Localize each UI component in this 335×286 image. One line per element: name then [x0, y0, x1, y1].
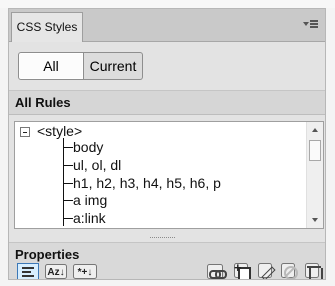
css-styles-tab[interactable]: CSS Styles — [11, 12, 83, 42]
tree-item-a-img[interactable]: a img — [73, 192, 107, 209]
rules-tree[interactable]: <style> body ul, ol, dl h1, h2, h3, h4, … — [14, 121, 324, 229]
scroll-thumb[interactable] — [309, 140, 321, 161]
scroll-up-icon[interactable] — [312, 128, 318, 132]
disable-css-property-icon[interactable] — [281, 263, 298, 279]
tree-branch-line — [63, 218, 73, 219]
tree-branch-line — [63, 200, 73, 201]
edit-style-icon[interactable] — [258, 263, 272, 278]
tree-item-a-link[interactable]: a:link — [73, 210, 106, 227]
new-css-rule-icon[interactable] — [234, 261, 251, 279]
attach-style-sheet-icon[interactable] — [207, 264, 227, 279]
tree-branch-line — [63, 165, 73, 166]
collapse-icon[interactable] — [20, 127, 30, 137]
set-properties-view-button[interactable]: *+↓ — [73, 264, 97, 279]
category-view-line — [22, 271, 31, 273]
current-mode-button[interactable]: Current — [84, 52, 143, 80]
properties-toolbar: Az↓ *+↓ — [9, 261, 325, 279]
rules-scrollbar[interactable] — [306, 122, 323, 228]
alphabetical-view-button[interactable]: Az↓ — [45, 264, 67, 279]
category-view-line — [22, 275, 34, 277]
category-view-icon[interactable] — [17, 263, 39, 279]
tree-connector-line — [63, 138, 64, 226]
tree-item-body[interactable]: body — [73, 139, 103, 156]
panel-header: CSS Styles — [9, 9, 325, 42]
top-window-strip — [0, 0, 335, 8]
panel-menu-bars-icon — [310, 20, 318, 28]
pane-resize-handle[interactable] — [150, 237, 175, 238]
scroll-down-icon[interactable] — [312, 218, 318, 222]
tree-item-style[interactable]: <style> — [37, 123, 82, 140]
tree-item-lists[interactable]: ul, ol, dl — [73, 157, 121, 174]
all-mode-button[interactable]: All — [18, 52, 84, 80]
panel-menu-caret-icon — [303, 22, 309, 26]
panel-menu-icon[interactable] — [303, 18, 319, 31]
tree-branch-line — [63, 147, 73, 148]
category-view-line — [22, 267, 34, 269]
all-rules-heading: All Rules — [9, 90, 325, 115]
tree-item-headings[interactable]: h1, h2, h3, h4, h5, h6, p — [73, 175, 221, 192]
css-styles-panel: CSS Styles All Current All Rules <style>… — [8, 8, 326, 280]
delete-css-rule-icon[interactable] — [305, 263, 323, 279]
tree-branch-line — [63, 183, 73, 184]
